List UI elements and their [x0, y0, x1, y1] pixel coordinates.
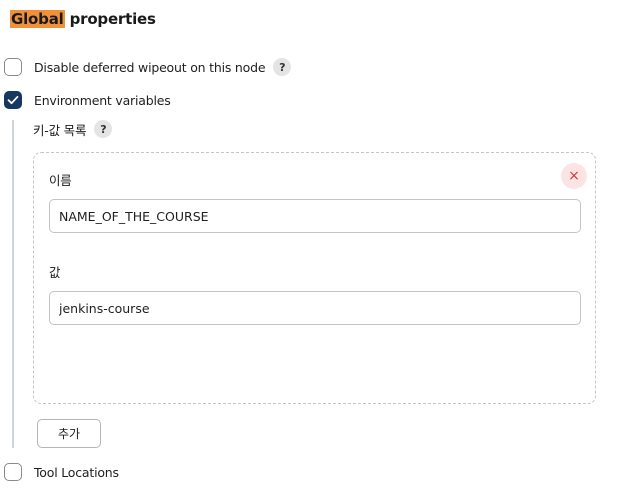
tool-locations-checkbox[interactable] [4, 463, 22, 481]
help-icon[interactable]: ? [94, 120, 113, 138]
section-title: Global properties [10, 8, 156, 30]
env-var-entry: 이름 × 값 [33, 152, 596, 404]
tool-locations-label: Tool Locations [34, 464, 119, 480]
disable-wipeout-label: Disable deferred wipeout on this node [34, 59, 266, 75]
value-input[interactable] [49, 291, 581, 325]
environment-variables-checkbox[interactable] [4, 91, 22, 109]
value-field-label: 값 [49, 265, 61, 280]
key-value-list-label: 키-값 목록 [33, 122, 87, 138]
key-value-list-header: 키-값 목록 ? [33, 118, 113, 140]
environment-variables-option[interactable]: Environment variables [4, 89, 171, 111]
help-icon[interactable]: ? [273, 58, 292, 76]
section-title-highlight: Global [10, 10, 65, 28]
add-entry-button[interactable]: 추가 [37, 419, 101, 448]
tool-locations-option[interactable]: Tool Locations [4, 461, 119, 483]
name-input[interactable] [49, 199, 581, 233]
section-title-rest: properties [64, 10, 156, 28]
disable-wipeout-checkbox[interactable] [4, 58, 22, 76]
disable-wipeout-option[interactable]: Disable deferred wipeout on this node ? [4, 56, 292, 78]
checkmark-icon [7, 95, 19, 105]
delete-entry-button[interactable]: × [561, 163, 587, 189]
nested-section-rule [12, 120, 14, 448]
name-field-label: 이름 [49, 173, 72, 188]
environment-variables-label: Environment variables [34, 92, 171, 108]
